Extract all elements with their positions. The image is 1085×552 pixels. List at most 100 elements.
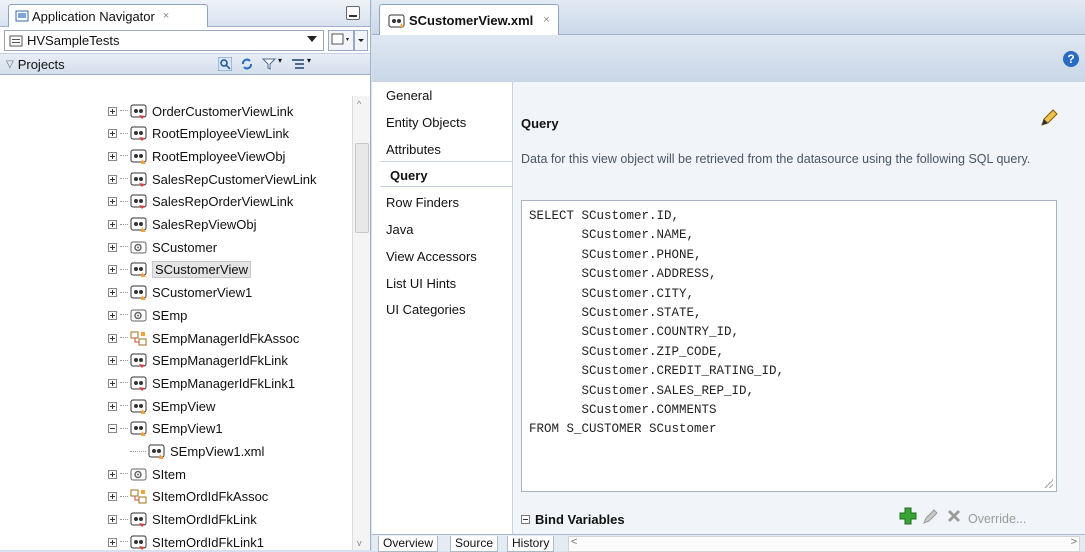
sql-line: SELECT SCustomer.ID,	[529, 209, 680, 223]
tree-item[interactable]: SItem	[108, 463, 186, 485]
tree-scrollbar[interactable]: ^ v	[352, 96, 370, 550]
expand-icon[interactable]	[108, 288, 117, 298]
minimize-icon[interactable]	[346, 6, 360, 20]
expand-icon[interactable]	[108, 310, 117, 320]
expand-icon[interactable]	[108, 220, 117, 229]
sql-line: SCustomer.ZIP_CODE,	[529, 344, 725, 359]
tree-item[interactable]: SalesRepCustomerViewLink	[108, 168, 317, 190]
tree-item[interactable]: SalesRepViewObj	[108, 214, 257, 236]
section-java[interactable]: Java	[386, 222, 413, 237]
tree-item[interactable]: SEmpView1	[108, 418, 223, 440]
scroll-right-icon[interactable]: >	[1071, 536, 1077, 548]
tree-item[interactable]: SEmp	[108, 304, 187, 326]
association-icon	[130, 488, 148, 505]
workspace-icon	[9, 34, 23, 48]
expand-icon[interactable]	[108, 265, 117, 275]
expand-icon[interactable]	[108, 129, 117, 139]
tree-connector	[120, 359, 128, 362]
tree-item[interactable]: SItemOrdIdFkAssoc	[108, 486, 268, 508]
expand-icon[interactable]	[108, 174, 117, 184]
collapse-icon[interactable]	[108, 424, 117, 434]
tab-scustomerview-xml[interactable]: SCustomerView.xml ×	[379, 4, 559, 35]
workspace-dropdown-button[interactable]	[354, 30, 368, 51]
expand-icon[interactable]	[108, 333, 117, 343]
tree-item[interactable]: SCustomer	[108, 236, 217, 258]
expand-icon[interactable]	[108, 356, 117, 366]
expand-icon[interactable]	[108, 537, 117, 547]
tree-item[interactable]: SEmpView	[108, 395, 215, 417]
resize-grip-icon[interactable]	[1044, 479, 1053, 488]
section-view-accessors[interactable]: View Accessors	[386, 249, 477, 264]
entity-icon	[130, 466, 148, 483]
tree-item[interactable]: RootEmployeeViewLink	[108, 123, 289, 145]
help-icon[interactable]: ?	[1063, 51, 1079, 67]
expand-icon[interactable]	[108, 401, 117, 411]
tree-item[interactable]: OrderCustomerViewLink	[108, 100, 293, 122]
expand-icon[interactable]	[108, 469, 117, 479]
tree-item[interactable]: SCustomerView1	[108, 282, 252, 304]
sql-query-editor[interactable]: SELECT SCustomer.ID, SCustomer.NAME, SCu…	[521, 200, 1057, 492]
section-query[interactable]: Query	[390, 168, 428, 183]
sync-icon[interactable]	[240, 57, 254, 71]
projects-header[interactable]: ▽ Projects ▾ ▾	[0, 54, 370, 75]
sql-line: SCustomer.CREDIT_RATING_ID,	[529, 364, 785, 379]
expand-icon[interactable]	[108, 242, 117, 252]
tree-connector	[120, 223, 128, 226]
tree-item[interactable]: SEmpManagerIdFkLink	[108, 350, 288, 372]
chevron-down-icon	[307, 36, 317, 42]
chevron-down-icon[interactable]: ▾	[278, 56, 282, 65]
workspace-select[interactable]: HVSampleTests	[4, 30, 324, 51]
pencil-icon[interactable]	[1039, 108, 1059, 131]
viewlink-icon	[130, 352, 148, 369]
scroll-down-icon[interactable]: v	[357, 538, 362, 548]
override-link[interactable]: Override...	[968, 512, 1026, 526]
edit-icon[interactable]	[922, 507, 940, 528]
viewlink-icon	[130, 375, 148, 392]
sort-icon[interactable]	[291, 57, 305, 71]
tree-item[interactable]: SalesRepOrderViewLink	[108, 191, 293, 213]
close-tab-icon[interactable]: ×	[163, 10, 169, 22]
collapse-icon[interactable]	[521, 515, 530, 524]
section-entity-objects[interactable]: Entity Objects	[386, 115, 466, 130]
tree-item-label: SalesRepCustomerViewLink	[152, 171, 317, 187]
tree-item[interactable]: SCustomerView	[108, 259, 251, 281]
scrollbar-thumb[interactable]	[355, 143, 369, 233]
search-icon[interactable]	[217, 56, 233, 72]
expand-icon[interactable]	[108, 515, 117, 525]
tree-item[interactable]: SEmpView1.xml	[130, 441, 264, 463]
tree-connector	[120, 314, 128, 316]
chevron-down-icon[interactable]: ▾	[307, 56, 311, 65]
tree-item[interactable]: SEmpManagerIdFkAssoc	[108, 327, 299, 349]
expand-icon[interactable]	[108, 106, 117, 116]
application-menu-button[interactable]	[328, 30, 354, 51]
close-tab-icon[interactable]: ×	[543, 14, 549, 26]
section-attributes[interactable]: Attributes	[386, 142, 441, 157]
section-ui-categories[interactable]: UI Categories	[386, 302, 465, 317]
viewlink-icon	[130, 125, 148, 142]
add-icon[interactable]	[898, 506, 918, 529]
workspace-name: HVSampleTests	[27, 33, 120, 48]
chevron-down-icon[interactable]: ▽	[6, 59, 14, 70]
bind-variables-header[interactable]: Bind Variables	[521, 512, 625, 527]
expand-icon[interactable]	[108, 378, 117, 388]
navigator-tabbar: Application Navigator ×	[0, 0, 370, 27]
expand-icon[interactable]	[108, 492, 117, 502]
tree-item[interactable]: SEmpManagerIdFkLink1	[108, 372, 295, 394]
expand-icon[interactable]	[108, 197, 117, 207]
tree-item[interactable]: SItemOrdIdFkLink1	[108, 531, 264, 550]
filter-icon[interactable]	[261, 57, 277, 71]
viewlink-icon	[130, 103, 148, 120]
delete-icon[interactable]	[945, 507, 963, 528]
tree-item[interactable]: SItemOrdIdFkLink	[108, 509, 257, 531]
viewobject-icon	[130, 420, 148, 437]
tree-item-label: SItem	[152, 466, 186, 482]
scroll-up-icon[interactable]: ^	[357, 99, 361, 109]
section-row-finders[interactable]: Row Finders	[386, 195, 459, 210]
section-general[interactable]: General	[386, 88, 432, 103]
tree-item-label: SEmpManagerIdFkAssoc	[152, 330, 300, 346]
scroll-left-icon[interactable]: <	[571, 536, 577, 548]
tab-application-navigator[interactable]: Application Navigator ×	[8, 4, 208, 27]
section-list-ui-hints[interactable]: List UI Hints	[386, 276, 456, 291]
tree-item[interactable]: RootEmployeeViewObj	[108, 145, 285, 167]
expand-icon[interactable]	[108, 151, 117, 161]
